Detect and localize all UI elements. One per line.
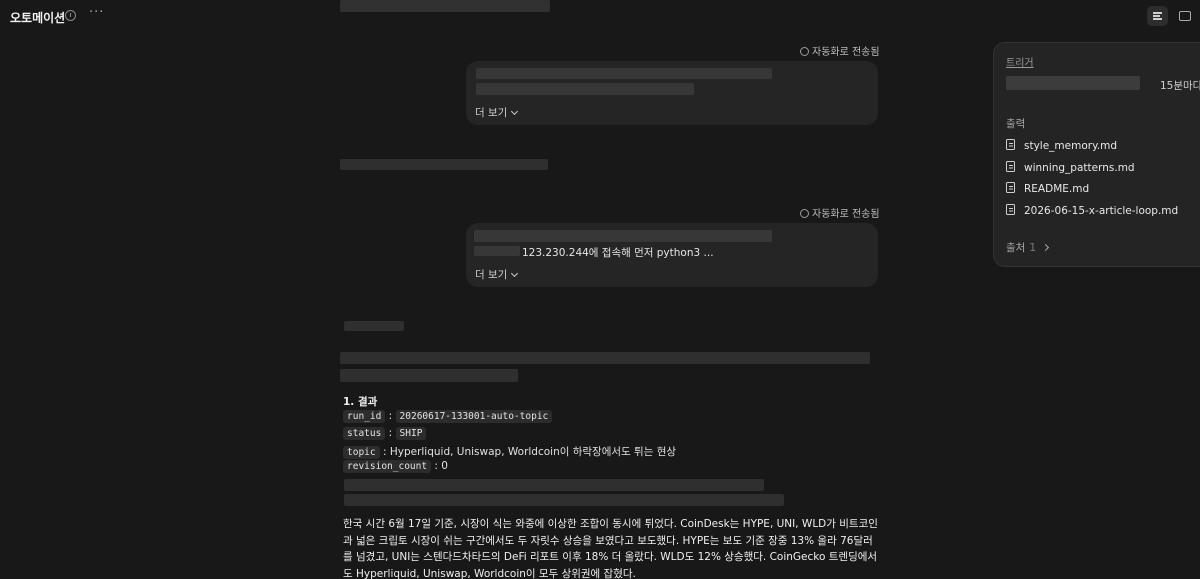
top-bar: 오토메이션 ··· <box>0 0 1200 34</box>
redacted-text <box>340 0 550 12</box>
message-preview-text: 123.230.244에 접속해 먼저 python3 ... <box>522 247 714 259</box>
message-bubble: 123.230.244에 접속해 먼저 python3 ... 더 보기 <box>466 223 878 287</box>
field-value: SHIP <box>395 427 427 440</box>
output-file-item[interactable]: 2026-06-15-x-article-loop.md <box>1006 204 1178 217</box>
redacted-text <box>476 83 694 95</box>
sent-by-automation-label: 자동화로 전송됨 <box>800 43 880 58</box>
field-topic: topic : Hyperliquid, Uniswap, Worldcoin이… <box>343 444 676 459</box>
sources-count: 1 <box>1029 242 1037 254</box>
show-more-button[interactable]: 더 보기 <box>475 267 519 282</box>
redacted-text <box>344 321 404 331</box>
field-run-id: run_id : 20260617-133001-auto-topic <box>343 410 553 423</box>
list-view-button[interactable] <box>1147 6 1168 26</box>
result-heading: 1. 결과 <box>343 396 378 408</box>
output-file-item[interactable]: README.md <box>1006 182 1089 195</box>
field-value: 0 <box>441 460 448 472</box>
details-panel: 트리거 15분마다 출력 style_memory.md winning_pat… <box>993 42 1200 267</box>
summary-paragraph: 한국 시간 6월 17일 기준, 시장이 식는 와중에 이상한 조합이 동시에 … <box>343 518 878 579</box>
chevron-down-icon <box>511 269 519 278</box>
sources-button[interactable]: 출처 1 <box>1006 240 1050 255</box>
trigger-title[interactable]: 트리거 <box>1006 54 1034 69</box>
output-file-item[interactable]: winning_patterns.md <box>1006 161 1135 174</box>
trigger-schedule: 15분마다 <box>1160 80 1200 92</box>
redacted-text <box>340 159 548 170</box>
output-file-item[interactable]: style_memory.md <box>1006 139 1117 152</box>
redacted-text <box>474 230 772 242</box>
chevron-down-icon <box>511 107 519 116</box>
sent-by-automation-label: 자동화로 전송됨 <box>800 205 880 220</box>
clock-icon <box>800 209 809 218</box>
field-status: status : SHIP <box>343 427 427 440</box>
redacted-text <box>344 479 764 491</box>
field-value: 20260617-133001-auto-topic <box>395 410 553 423</box>
toggle-panel-button[interactable] <box>1174 6 1195 26</box>
document-icon <box>1006 161 1015 172</box>
redacted-text <box>474 246 520 256</box>
redacted-text <box>1006 76 1140 90</box>
field-key: revision_count <box>343 460 432 473</box>
clock-icon[interactable] <box>65 10 76 21</box>
field-revision-count: revision_count : 0 <box>343 460 448 473</box>
message-bubble: 더 보기 <box>466 61 878 125</box>
field-key: status <box>343 427 386 440</box>
document-icon <box>1006 139 1015 150</box>
page-title: 오토메이션 <box>10 11 66 25</box>
chevron-right-icon <box>1041 243 1050 252</box>
field-value: Hyperliquid, Uniswap, Worldcoin이 하락장에서도 … <box>389 446 677 458</box>
redacted-text <box>344 494 784 506</box>
field-key: topic <box>343 446 380 459</box>
redacted-text <box>340 352 870 364</box>
document-icon <box>1006 182 1015 193</box>
redacted-text <box>476 68 772 79</box>
field-key: run_id <box>343 410 386 423</box>
output-title: 출력 <box>1006 118 1026 130</box>
more-icon[interactable]: ··· <box>89 5 104 20</box>
redacted-text <box>340 369 518 382</box>
show-more-button[interactable]: 더 보기 <box>475 105 519 120</box>
document-icon <box>1006 204 1015 215</box>
clock-icon <box>800 47 809 56</box>
